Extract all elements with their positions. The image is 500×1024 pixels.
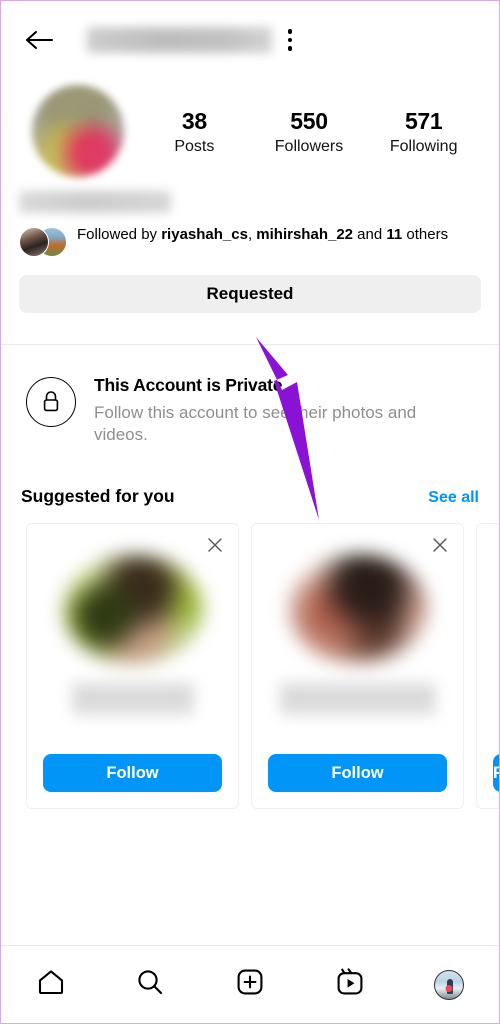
followed-by-middle: and [353, 226, 387, 243]
followed-by-text: Followed by riyashah_cs, mihirshah_22 an… [77, 225, 448, 245]
close-icon[interactable] [205, 535, 225, 555]
suggested-card[interactable]: Follow [26, 523, 239, 810]
followed-by-user-1[interactable]: riyashah_cs [161, 226, 248, 243]
kebab-menu-icon[interactable] [272, 22, 308, 58]
instagram-profile-screen: 38 Posts 550 Followers 571 Following Fol… [1, 1, 499, 1023]
see-all-link[interactable]: See all [428, 489, 479, 507]
notification-dot [445, 984, 453, 992]
profile-display-name-redacted [19, 191, 171, 213]
stat-posts-value: 38 [181, 108, 207, 134]
requested-button[interactable]: Requested [19, 275, 481, 313]
reels-icon [335, 967, 365, 1002]
followed-by-suffix: others [402, 226, 449, 243]
nav-home[interactable] [1, 967, 101, 1002]
header-username-redacted [87, 27, 272, 53]
stat-followers[interactable]: 550 Followers [252, 108, 367, 156]
suggested-avatar[interactable] [62, 554, 203, 665]
stat-followers-value: 550 [290, 108, 328, 134]
profile-avatar[interactable] [32, 85, 124, 177]
follow-button[interactable]: Follow [493, 754, 499, 793]
add-post-icon [235, 967, 265, 1002]
profile-avatar-wrap[interactable] [19, 85, 137, 177]
followed-by-avatar-1 [19, 227, 49, 257]
follow-button[interactable]: Follow [43, 754, 222, 793]
follow-button[interactable]: Follow [268, 754, 447, 793]
search-icon [135, 967, 165, 1002]
stat-followers-label: Followers [274, 137, 344, 155]
followed-by-avatars [19, 227, 67, 257]
bottom-navigation-bar [1, 945, 499, 1023]
stat-posts[interactable]: 38 Posts [137, 108, 252, 156]
stat-posts-label: Posts [174, 137, 215, 155]
stat-following-value: 571 [404, 108, 443, 134]
nav-profile[interactable] [399, 969, 499, 1000]
back-arrow-icon[interactable] [21, 22, 57, 58]
app-header [1, 1, 499, 79]
followed-by-row[interactable]: Followed by riyashah_cs, mihirshah_22 an… [1, 213, 499, 257]
suggested-card[interactable]: Follow [251, 523, 464, 810]
stat-following[interactable]: 571 Following [366, 108, 481, 156]
nav-search[interactable] [101, 967, 201, 1002]
stat-following-label: Following [389, 137, 458, 155]
followed-by-prefix: Followed by [77, 226, 162, 243]
nav-add-post[interactable] [200, 967, 300, 1002]
private-title: This Account is Private [94, 375, 283, 395]
private-account-notice: This Account is Private Follow this acco… [1, 345, 499, 446]
private-text-block: This Account is Private Follow this acco… [94, 373, 474, 446]
lock-icon [26, 377, 76, 427]
suggested-header: Suggested for you See all [1, 446, 499, 507]
suggested-title: Suggested for you [21, 486, 175, 507]
home-icon [36, 967, 66, 1002]
close-icon[interactable] [430, 535, 450, 555]
followed-by-count: 11 [386, 226, 403, 243]
suggested-avatar[interactable] [287, 554, 428, 665]
profile-stats: 38 Posts 550 Followers 571 Following [137, 85, 481, 156]
suggested-name-redacted [279, 682, 436, 717]
suggested-cards-carousel[interactable]: Follow Follow Follow [1, 507, 499, 810]
private-subtitle: Follow this account to see their photos … [94, 403, 417, 445]
followed-by-user-2[interactable]: mihirshah_22 [256, 226, 353, 243]
profile-summary: 38 Posts 550 Followers 571 Following [1, 79, 499, 177]
nav-reels[interactable] [300, 967, 400, 1002]
suggested-card[interactable]: Follow [476, 523, 499, 810]
suggested-name-redacted [71, 682, 194, 717]
